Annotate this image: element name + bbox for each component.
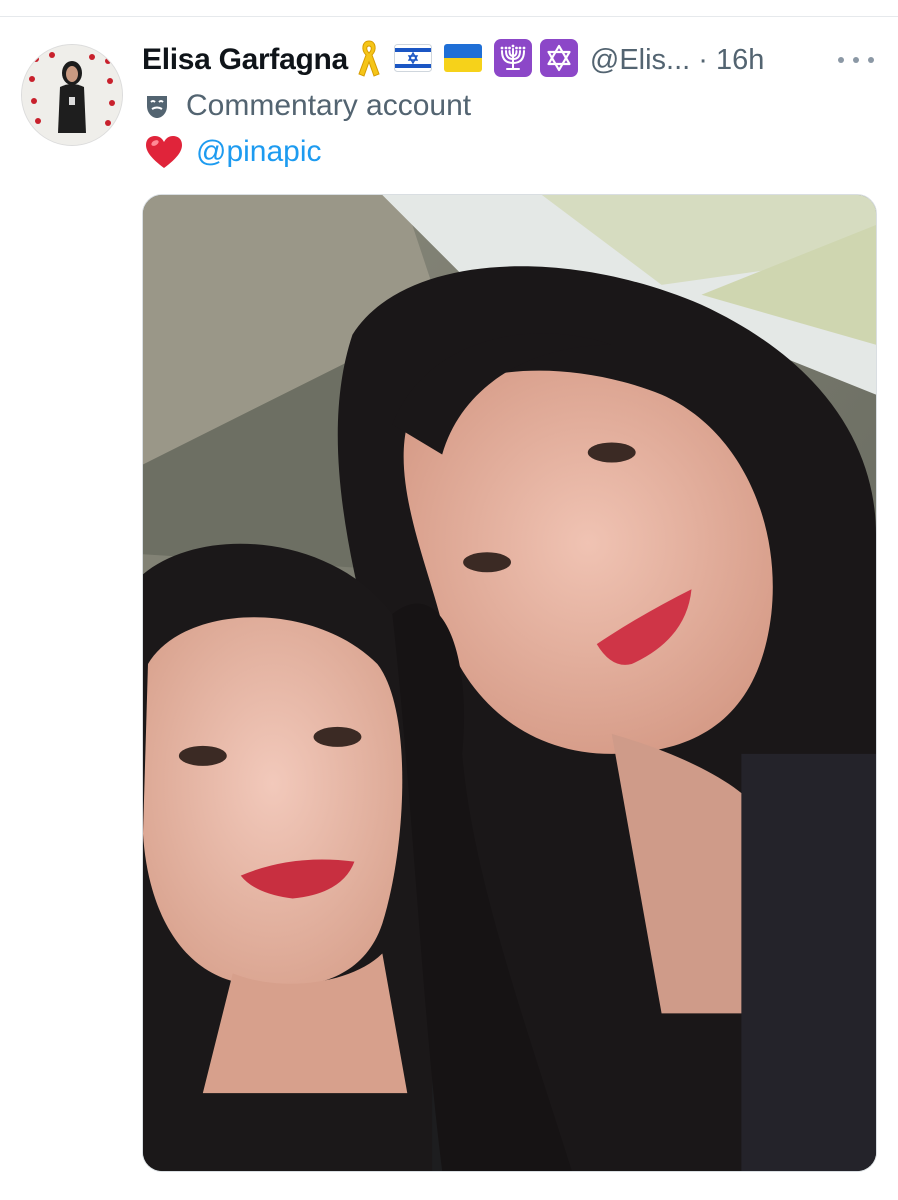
- more-dot: [868, 57, 874, 63]
- yellow-ribbon-icon: [356, 38, 382, 83]
- more-dot: [853, 57, 859, 63]
- commentary-label: Commentary account: [142, 86, 471, 126]
- ukraine-flag-icon: [443, 43, 482, 77]
- tweet-photo[interactable]: [142, 194, 877, 1172]
- commentary-text: Commentary account: [186, 89, 472, 122]
- author-avatar[interactable]: [21, 44, 123, 146]
- selfie-photo: [143, 195, 876, 1171]
- author-handle-and-time[interactable]: @Elis... · 16h: [590, 44, 765, 77]
- tweet-header: Elisa Garfagna @Elis... · 16h: [142, 38, 764, 82]
- red-heart-icon: [146, 136, 182, 168]
- theater-mask-icon: [147, 96, 167, 118]
- author-display-name[interactable]: Elisa Garfagna: [142, 43, 348, 77]
- mention-link[interactable]: @pinapic: [196, 135, 322, 169]
- tweet-action-bar: [142, 1188, 877, 1200]
- israel-flag-icon: [393, 43, 432, 77]
- more-options-icon[interactable]: [838, 48, 874, 72]
- avatar-image: [22, 45, 122, 145]
- menorah-icon: [493, 38, 532, 82]
- star-of-david-icon: [539, 38, 578, 82]
- tweet-text: @pinapic: [144, 131, 322, 173]
- more-dot: [838, 57, 844, 63]
- top-divider: [0, 16, 898, 17]
